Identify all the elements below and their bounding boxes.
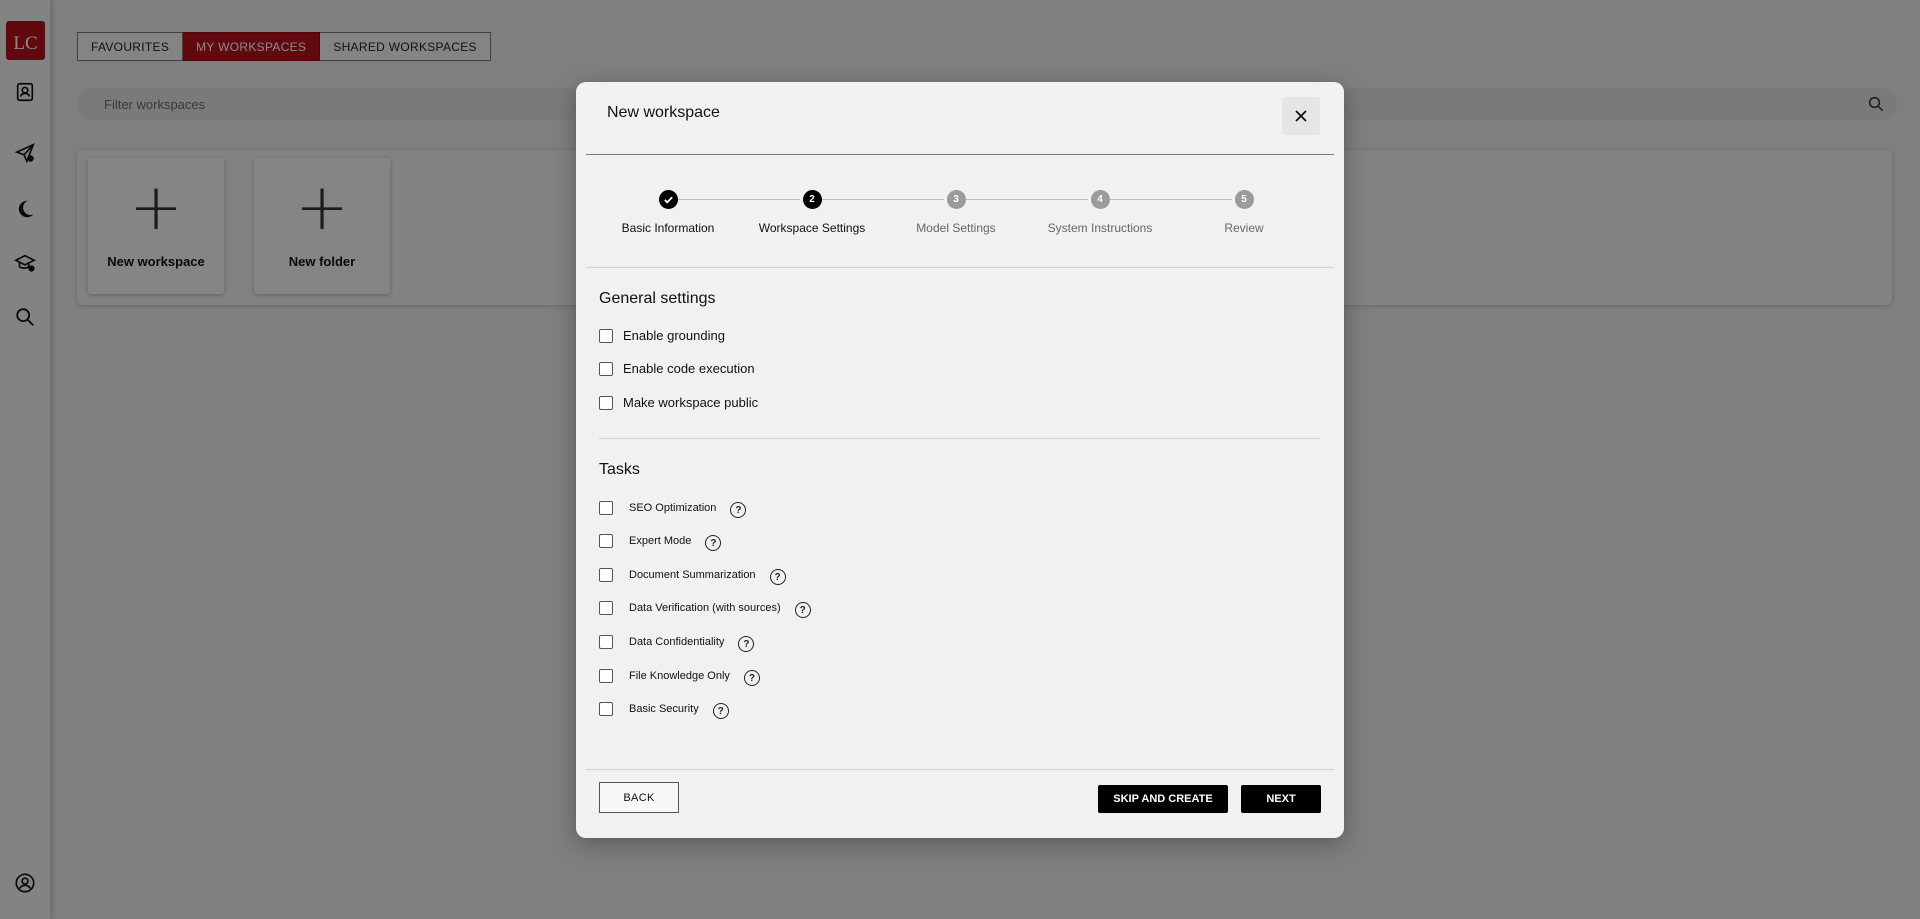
help-icon[interactable]: ? <box>730 502 747 518</box>
checkbox[interactable] <box>599 395 613 410</box>
step-basic-information[interactable]: Basic Information <box>596 190 740 235</box>
make-workspace-public-checkbox[interactable]: Make workspace public <box>599 395 758 410</box>
help-icon[interactable]: ? <box>712 703 729 719</box>
checkbox[interactable] <box>599 601 613 615</box>
checkbox-label: Expert Mode <box>629 535 692 547</box>
checkbox-label: File Knowledge Only <box>629 670 730 682</box>
task-basic-security[interactable]: Basic Security ? <box>599 699 729 719</box>
checkbox-label: Data Confidentiality <box>629 636 725 648</box>
task-data-confidentiality[interactable]: Data Confidentiality ? <box>599 632 755 652</box>
step-label: System Instructions <box>1047 221 1153 235</box>
help-icon[interactable]: ? <box>769 569 786 585</box>
step-label: Review <box>1224 221 1264 235</box>
dialog-title: New workspace <box>607 104 720 121</box>
checkbox[interactable] <box>599 702 613 716</box>
checkbox[interactable] <box>599 328 613 343</box>
stepper-divider <box>586 267 1334 268</box>
step-model-settings[interactable]: 3 Model Settings <box>884 190 1028 235</box>
checkbox[interactable] <box>599 669 613 683</box>
step-label: Workspace Settings <box>758 221 866 235</box>
checkbox-label: SEO Optimization <box>629 502 717 514</box>
help-icon[interactable]: ? <box>705 535 722 551</box>
step-review[interactable]: 5 Review <box>1172 190 1316 235</box>
skip-and-create-button[interactable]: SKIP AND CREATE <box>1098 785 1228 813</box>
footer-divider <box>586 769 1334 770</box>
back-button[interactable]: BACK <box>599 782 679 813</box>
checkbox-label: Enable grounding <box>623 328 725 343</box>
task-data-verification[interactable]: Data Verification (with sources) ? <box>599 598 811 618</box>
checkbox[interactable] <box>599 568 613 582</box>
step-label: Basic Information <box>621 221 715 235</box>
checkbox[interactable] <box>599 534 613 548</box>
task-document-summarization[interactable]: Document Summarization ? <box>599 565 786 585</box>
task-file-knowledge-only[interactable]: File Knowledge Only ? <box>599 666 760 686</box>
new-workspace-dialog: New workspace Basic Information 2 Worksp… <box>576 82 1344 838</box>
help-icon[interactable]: ? <box>738 636 755 652</box>
checkbox[interactable] <box>599 635 613 649</box>
tasks-heading: Tasks <box>599 461 640 478</box>
checkbox-label: Document Summarization <box>629 569 756 581</box>
general-settings-heading: General settings <box>599 290 716 307</box>
step-number: 2 <box>802 190 822 209</box>
help-icon[interactable]: ? <box>794 602 811 618</box>
checkbox[interactable] <box>599 361 613 376</box>
step-number: 3 <box>946 190 966 209</box>
step-number: 4 <box>1090 190 1110 209</box>
checkbox[interactable] <box>599 501 613 515</box>
close-button[interactable] <box>1282 97 1320 135</box>
step-label: Model Settings <box>916 221 996 235</box>
task-expert-mode[interactable]: Expert Mode ? <box>599 531 722 551</box>
section-divider <box>599 438 1320 439</box>
step-system-instructions[interactable]: 4 System Instructions <box>1028 190 1172 235</box>
checkbox-label: Data Verification (with sources) <box>629 602 781 614</box>
help-icon[interactable]: ? <box>743 670 760 686</box>
close-icon <box>1295 110 1307 122</box>
enable-code-execution-checkbox[interactable]: Enable code execution <box>599 361 755 376</box>
step-workspace-settings[interactable]: 2 Workspace Settings <box>740 190 884 235</box>
task-seo-optimization[interactable]: SEO Optimization ? <box>599 498 747 518</box>
stepper: Basic Information 2 Workspace Settings 3… <box>586 190 1334 250</box>
next-button[interactable]: NEXT <box>1241 785 1321 813</box>
header-divider <box>586 154 1334 155</box>
step-number: 5 <box>1234 190 1254 209</box>
checkbox-label: Enable code execution <box>623 361 755 376</box>
checkbox-label: Make workspace public <box>623 395 759 410</box>
check-icon <box>658 190 678 209</box>
checkbox-label: Basic Security <box>629 703 699 715</box>
enable-grounding-checkbox[interactable]: Enable grounding <box>599 328 725 343</box>
